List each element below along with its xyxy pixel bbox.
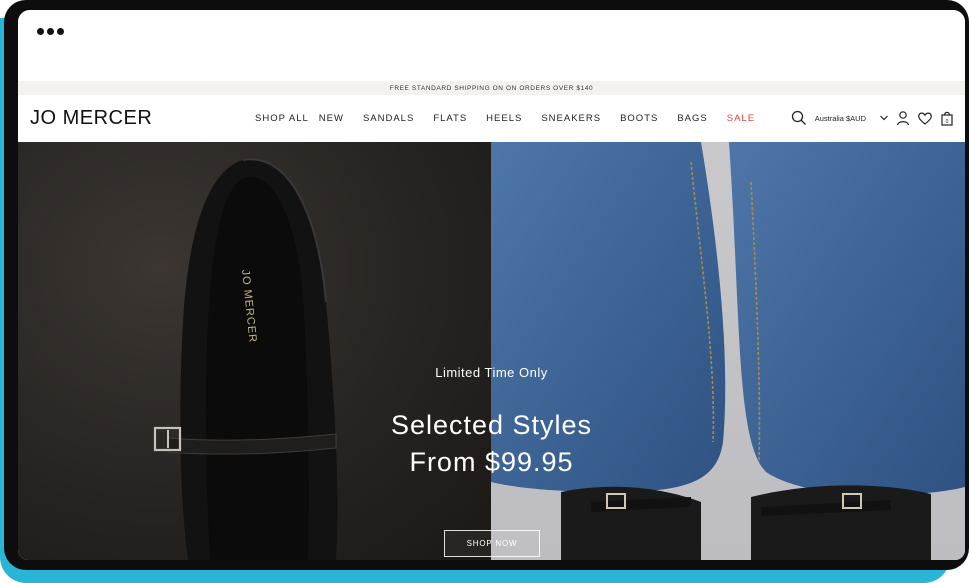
device-frame: FREE STANDARD SHIPPING ON ON ORDERS OVER… (4, 0, 969, 570)
main-nav: SHOP ALL NEW SANDALS FLATS HEELS SNEAKER… (255, 113, 774, 124)
account-icon[interactable] (895, 110, 911, 126)
browser-screen: FREE STANDARD SHIPPING ON ON ORDERS OVER… (18, 10, 965, 560)
header-utilities: Australia $AUD 0 (791, 110, 955, 126)
nav-sandals[interactable]: SANDALS (363, 113, 414, 124)
hero-banner: JO MERCER Limited Time Only Selected Sty… (18, 142, 965, 560)
promo-bar: FREE STANDARD SHIPPING ON ON ORDERS OVER… (18, 81, 965, 95)
search-icon[interactable] (791, 110, 807, 126)
wishlist-heart-icon[interactable] (917, 110, 933, 126)
site-header: JO MERCER SHOP ALL NEW SANDALS FLATS HEE… (18, 95, 965, 143)
nav-shop-all[interactable]: SHOP ALL (255, 113, 309, 124)
bag-icon[interactable]: 0 (939, 110, 955, 126)
hero-image-denim (491, 142, 965, 560)
shop-now-button[interactable]: SHOP NOW (444, 530, 540, 557)
site-logo[interactable]: JO MERCER (30, 107, 152, 130)
nav-bags[interactable]: BAGS (677, 113, 707, 124)
nav-sneakers[interactable]: SNEAKERS (541, 113, 601, 124)
nav-flats[interactable]: FLATS (433, 113, 467, 124)
hero-image-shoe: JO MERCER (18, 142, 491, 560)
currency-selector[interactable]: Australia $AUD (815, 114, 866, 123)
promo-text: FREE STANDARD SHIPPING ON ON ORDERS OVER… (389, 84, 594, 92)
svg-text:0: 0 (946, 119, 949, 125)
three-dots-icon[interactable] (37, 28, 64, 35)
nav-new[interactable]: NEW (319, 113, 344, 124)
nav-sale[interactable]: SALE (727, 113, 755, 124)
chevron-down-icon[interactable] (879, 113, 889, 123)
browser-toolbar (18, 10, 965, 81)
nav-heels[interactable]: HEELS (486, 113, 522, 124)
nav-boots[interactable]: BOOTS (620, 113, 658, 124)
